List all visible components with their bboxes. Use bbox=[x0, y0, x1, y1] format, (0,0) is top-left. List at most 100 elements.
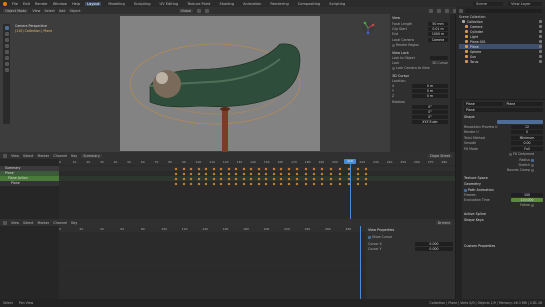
dopesheet-menu-key[interactable]: Key bbox=[71, 154, 77, 158]
tab-compositing[interactable]: Compositing bbox=[296, 2, 323, 6]
bounds-clamp-checkbox[interactable] bbox=[531, 168, 534, 172]
3d-viewport[interactable]: Camera Perspective (110) Collection | Pl… bbox=[0, 14, 390, 152]
tab-rendering[interactable]: Rendering bbox=[268, 2, 290, 6]
twist-method-dropdown[interactable]: Minimum bbox=[511, 136, 543, 140]
keyframe-marker[interactable] bbox=[287, 182, 291, 185]
current-frame-indicator[interactable]: 110 bbox=[344, 159, 356, 164]
tab-uv-editing[interactable]: UV Editing bbox=[158, 2, 181, 6]
select-tool-icon[interactable] bbox=[4, 26, 9, 30]
2d-3d-toggle[interactable] bbox=[497, 120, 543, 124]
move-tool-icon[interactable] bbox=[4, 38, 9, 42]
dopesheet-menu-marker[interactable]: Marker bbox=[38, 154, 50, 158]
cursor-tool-icon[interactable] bbox=[4, 32, 9, 36]
properties-object-name[interactable]: Plane bbox=[464, 102, 503, 106]
keyframe-marker[interactable] bbox=[312, 172, 316, 175]
tab-layout[interactable]: Layout bbox=[85, 1, 102, 6]
view-section-header[interactable]: View bbox=[392, 16, 448, 20]
keyframe-marker[interactable] bbox=[189, 182, 193, 185]
graph-playhead-line[interactable] bbox=[360, 226, 361, 299]
keyframe-marker[interactable] bbox=[197, 172, 201, 175]
properties-mesh-name[interactable]: Plane bbox=[504, 102, 543, 106]
transform-orientation-dropdown[interactable]: Global bbox=[178, 8, 194, 13]
dopesheet-mode-dropdown[interactable]: Summary bbox=[81, 153, 102, 158]
tab-sculpting[interactable]: Sculpting bbox=[132, 2, 153, 6]
keyframe-marker[interactable] bbox=[264, 172, 268, 175]
path-animation-checkbox[interactable] bbox=[464, 188, 467, 192]
transform-tool-icon[interactable] bbox=[4, 56, 9, 60]
dopesheet-menu-view[interactable]: View bbox=[11, 154, 19, 158]
keyframe-marker[interactable] bbox=[182, 172, 186, 175]
dopesheet-menu-select[interactable]: Select bbox=[23, 154, 33, 158]
keyframe-marker[interactable] bbox=[329, 172, 333, 175]
visibility-eye-icon[interactable] bbox=[539, 45, 542, 48]
keyframe-marker[interactable] bbox=[364, 182, 368, 185]
graph-menu-channel[interactable]: Channel bbox=[53, 221, 67, 225]
graph-menu-key[interactable]: Key bbox=[71, 221, 77, 225]
dopesheet-timeline-ruler[interactable]: 0 10 20 30 40 50 60 70 80 90 100 110 120 130 140 150 160… bbox=[59, 159, 455, 165]
dopesheet-editor[interactable]: Summary Plane Plane Action Plane 0 10 20 30… bbox=[0, 159, 455, 219]
frames-field[interactable]: 100 bbox=[511, 193, 543, 197]
keyframe-marker[interactable] bbox=[227, 182, 231, 185]
radius-checkbox[interactable] bbox=[531, 158, 534, 162]
outliner-display-mode-icon[interactable] bbox=[459, 9, 463, 13]
nearest-frame-dropdown[interactable]: Dope Sheet bbox=[428, 153, 452, 158]
viewport-menu-object[interactable]: Object bbox=[69, 9, 80, 13]
cursor-loc-y-field[interactable]: 0 m bbox=[412, 89, 448, 93]
menu-edit[interactable]: Edit bbox=[23, 2, 30, 6]
keyframe-marker[interactable] bbox=[364, 172, 368, 175]
scale-tool-icon[interactable] bbox=[4, 50, 9, 54]
tab-animation[interactable]: Animation bbox=[241, 2, 263, 6]
menu-window[interactable]: Window bbox=[53, 2, 67, 6]
overlay-icon[interactable] bbox=[429, 8, 433, 13]
keyframe-marker[interactable] bbox=[304, 182, 308, 185]
keyframe-marker[interactable] bbox=[249, 172, 253, 175]
cursor-rot-y-field[interactable]: 0° bbox=[412, 110, 448, 114]
graph-menu-view[interactable]: View bbox=[11, 221, 19, 225]
clip-start-field[interactable]: 0.01 m bbox=[428, 27, 448, 31]
3d-cursor-section-header[interactable]: 3D Cursor bbox=[392, 74, 448, 78]
visibility-eye-icon[interactable] bbox=[539, 20, 542, 23]
cursor-loc-x-field[interactable]: 0 m bbox=[412, 84, 448, 88]
editor-type-icon[interactable] bbox=[3, 153, 7, 158]
keyframe-marker[interactable] bbox=[234, 182, 238, 185]
properties-tabs[interactable] bbox=[456, 100, 462, 299]
follow-checkbox[interactable] bbox=[531, 203, 534, 207]
keyframe-marker[interactable] bbox=[320, 182, 324, 185]
visibility-eye-icon[interactable] bbox=[539, 55, 542, 58]
snap-icon[interactable] bbox=[197, 8, 202, 13]
cursor-x-field[interactable]: 0.000 bbox=[415, 242, 453, 246]
visibility-eye-icon[interactable] bbox=[539, 30, 542, 33]
fill-mode-dropdown[interactable]: Full bbox=[511, 147, 543, 151]
viewport-menu-select[interactable]: Select bbox=[44, 9, 54, 13]
visibility-eye-icon[interactable] bbox=[539, 25, 542, 28]
keyframe-marker[interactable] bbox=[212, 172, 216, 175]
cursor-loc-z-field[interactable]: 0 m bbox=[412, 94, 448, 98]
keyframe-marker[interactable] bbox=[174, 172, 178, 175]
stretch-checkbox[interactable] bbox=[531, 163, 534, 167]
keyframe-marker[interactable] bbox=[304, 172, 308, 175]
geometry-section[interactable]: Geometry bbox=[464, 182, 543, 186]
shape-section-header[interactable]: Shape bbox=[464, 115, 543, 119]
cursor-rot-x-field[interactable]: 0° bbox=[412, 105, 448, 109]
annotate-tool-icon[interactable] bbox=[4, 62, 9, 66]
fill-deformed-checkbox[interactable] bbox=[509, 152, 512, 156]
tab-shading[interactable]: Shading bbox=[217, 2, 236, 6]
menu-file[interactable]: File bbox=[12, 2, 18, 6]
keyframe-marker[interactable] bbox=[227, 172, 231, 175]
lock-3d-cursor-toggle[interactable]: 3D Cursor bbox=[432, 61, 448, 65]
keyframe-marker[interactable] bbox=[295, 182, 299, 185]
keyframe-marker[interactable] bbox=[219, 182, 223, 185]
curve-data-name-field[interactable]: Plane bbox=[464, 108, 543, 112]
keyframe-marker[interactable] bbox=[279, 182, 283, 185]
outliner-search-input[interactable] bbox=[465, 9, 542, 13]
texture-space-section[interactable]: Texture Space bbox=[464, 176, 543, 180]
menu-help[interactable]: Help bbox=[72, 2, 80, 6]
keyframe-marker[interactable] bbox=[338, 182, 342, 185]
keyframe-marker[interactable] bbox=[272, 172, 276, 175]
keyframe-marker[interactable] bbox=[329, 182, 333, 185]
visibility-eye-icon[interactable] bbox=[539, 50, 542, 53]
keyframe-marker[interactable] bbox=[242, 172, 246, 175]
lock-to-object-field[interactable] bbox=[430, 56, 448, 60]
graph-menu-marker[interactable]: Marker bbox=[38, 221, 50, 225]
rotate-tool-icon[interactable] bbox=[4, 44, 9, 48]
